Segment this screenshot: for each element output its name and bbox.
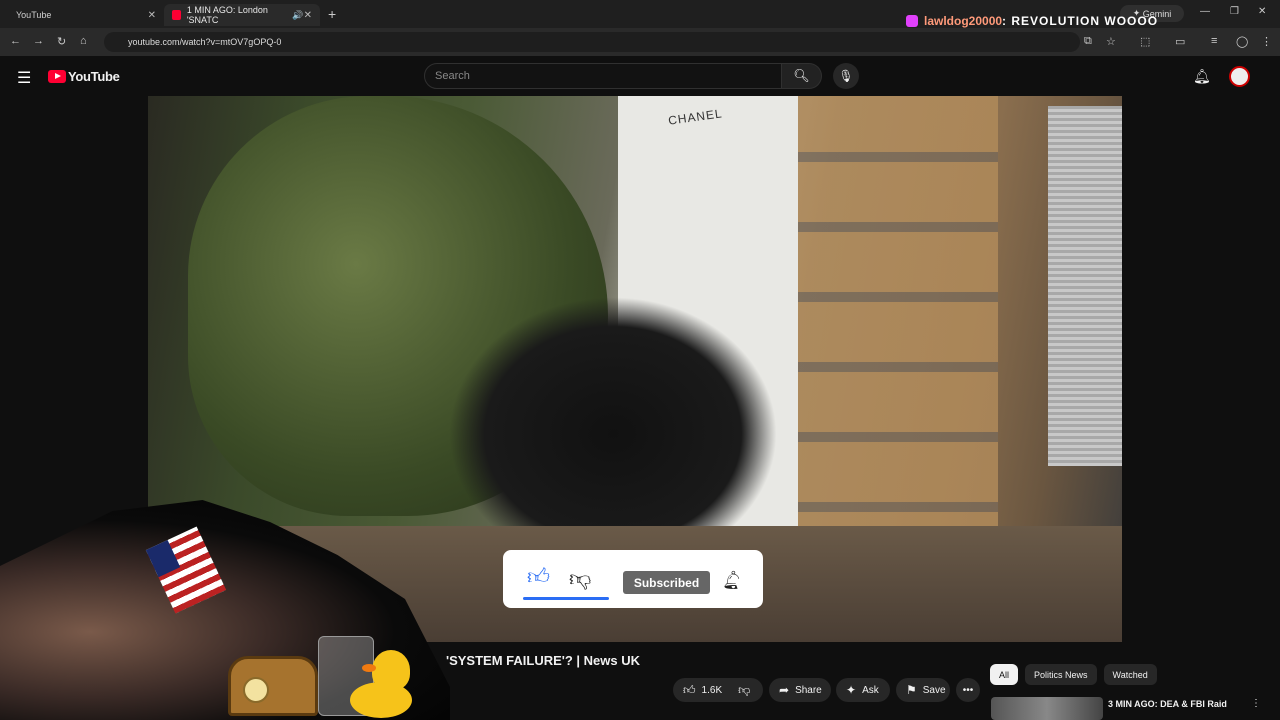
- close-window-icon[interactable]: ✕: [1258, 6, 1266, 17]
- share-arrow-icon: ➦: [779, 683, 790, 697]
- save-label: Save: [922, 684, 946, 696]
- address-toolbar: ← → ↻ ⌂ youtube.com/watch?v=mtOV7gOPQ-0 …: [0, 28, 1280, 56]
- share-label: Share: [795, 684, 822, 696]
- crowd-figures: [448, 296, 778, 526]
- bookmark-icon: ⚑: [906, 683, 917, 697]
- rubber-duck-icon: [362, 650, 410, 690]
- share-button[interactable]: ➦ Share: [769, 678, 831, 702]
- close-tab-icon[interactable]: ✕: [304, 10, 312, 21]
- notifications-bell-icon[interactable]: 🔔︎: [1193, 68, 1211, 85]
- voice-search-button[interactable]: 🎙︎: [833, 63, 859, 89]
- more-dots-icon: •••: [962, 684, 974, 696]
- chip-all[interactable]: All: [990, 664, 1019, 685]
- minimize-icon[interactable]: —: [1200, 6, 1210, 17]
- profile-icon[interactable]: ◯: [1236, 35, 1248, 48]
- recommendation-title[interactable]: 3 MIN AGO: DEA & FBI Raid: [1108, 699, 1227, 709]
- save-button[interactable]: ⚑ Save: [896, 678, 950, 702]
- like-underline: [523, 597, 609, 600]
- restore-icon[interactable]: ❐: [1230, 6, 1239, 17]
- youtube-header: ☰ YouTube Search 🔍︎ 🎙︎ 🔔︎: [0, 56, 1280, 96]
- new-tab-icon[interactable]: +: [328, 6, 336, 22]
- reload-icon[interactable]: ↻: [57, 35, 66, 48]
- thumbs-up-icon: 👍︎: [527, 564, 550, 589]
- radio-dial: [243, 677, 269, 703]
- url-field[interactable]: youtube.com/watch?v=mtOV7gOPQ-0: [104, 32, 1080, 52]
- forward-icon[interactable]: →: [33, 35, 44, 47]
- search-input[interactable]: Search: [424, 63, 782, 89]
- tab-youtube[interactable]: YouTube ✕: [8, 4, 164, 26]
- back-icon[interactable]: ←: [10, 35, 21, 47]
- like-count[interactable]: 1.6K: [702, 685, 723, 696]
- search-icon: 🔍︎: [793, 68, 810, 83]
- search-placeholder: Search: [435, 70, 470, 82]
- chat-username: lawldog20000: [924, 14, 1003, 28]
- chip-politics-news[interactable]: Politics News: [1025, 664, 1097, 685]
- youtube-play-icon: [48, 70, 66, 83]
- more-actions-button[interactable]: •••: [956, 678, 980, 702]
- bookmark-star-icon[interactable]: ☆: [1106, 35, 1116, 48]
- hamburger-menu-icon[interactable]: ☰: [17, 68, 31, 88]
- subscribe-overlay: 👍︎ 👎︎ Subscribed 🔔︎: [503, 550, 763, 608]
- tab-label: 1 MIN AGO: London 'SNATC: [186, 5, 268, 25]
- avatar[interactable]: [1229, 66, 1250, 87]
- like-icon[interactable]: 👍︎: [683, 683, 696, 698]
- window-shutter: [1048, 106, 1122, 466]
- microphone-icon: 🎙︎: [838, 69, 854, 83]
- close-tab-icon[interactable]: ✕: [148, 10, 156, 21]
- sparkle-icon: ✦: [846, 683, 857, 697]
- vintage-radio-icon: [228, 656, 318, 716]
- install-icon[interactable]: ⧉: [1084, 35, 1092, 48]
- tab-label: YouTube: [16, 10, 52, 20]
- ask-button[interactable]: ✦ Ask: [836, 678, 890, 702]
- chip-watched[interactable]: Watched: [1103, 664, 1157, 685]
- media-icon[interactable]: ≡: [1211, 35, 1217, 47]
- more-vert-icon[interactable]: ⋮: [1251, 698, 1261, 709]
- subscribed-button: Subscribed: [623, 571, 710, 594]
- side-panel-icon[interactable]: ▭: [1175, 35, 1185, 48]
- search-button[interactable]: 🔍︎: [782, 63, 822, 89]
- dislike-icon[interactable]: 👎︎: [738, 683, 750, 698]
- url-text: youtube.com/watch?v=mtOV7gOPQ-0: [128, 37, 282, 47]
- ask-label: Ask: [862, 684, 879, 696]
- chat-badge-icon: [906, 15, 918, 27]
- filter-chips: All Politics News Watched: [990, 664, 1157, 685]
- speaker-icon[interactable]: 🔊: [292, 10, 303, 21]
- youtube-logo[interactable]: YouTube: [48, 69, 120, 84]
- logo-text: YouTube: [68, 69, 120, 84]
- chat-message: : REVOLUTION WOOOO: [1002, 14, 1159, 28]
- thumbs-down-icon: 👎︎: [569, 566, 592, 591]
- like-dislike-group: 👍︎ 1.6K 👎︎: [673, 678, 763, 702]
- video-title: 'SYSTEM FAILURE'? | News UK: [446, 653, 641, 668]
- stream-chat-overlay: lawldog20000 : REVOLUTION WOOOO: [906, 14, 1158, 28]
- tab-current-video[interactable]: 1 MIN AGO: London 'SNATC 🔊 ✕: [164, 4, 320, 26]
- home-icon[interactable]: ⌂: [80, 35, 87, 47]
- youtube-favicon-icon: [172, 10, 181, 20]
- extensions-icon[interactable]: ⬚: [1140, 35, 1150, 48]
- recommendation-thumbnail[interactable]: [991, 697, 1103, 720]
- browser-menu-icon[interactable]: ⋮: [1261, 35, 1272, 48]
